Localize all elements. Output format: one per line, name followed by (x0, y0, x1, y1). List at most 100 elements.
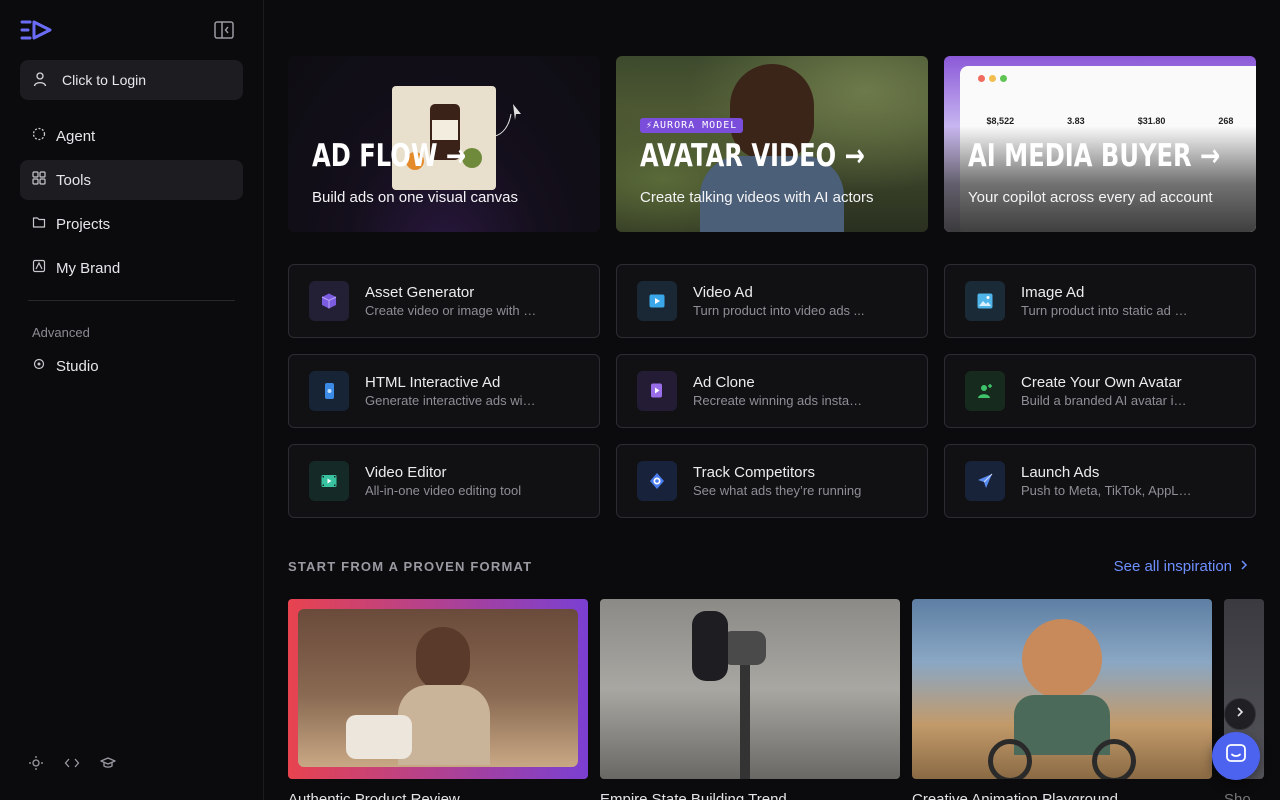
chevron-right-icon (1240, 558, 1248, 575)
tool-name: Asset Generator (365, 284, 475, 301)
hero-subtitle: Build ads on one visual canvas (312, 189, 518, 206)
phone-icon (309, 371, 349, 411)
sidebar-footer (28, 755, 116, 776)
tool-name: Create Your Own Avatar (1021, 374, 1182, 391)
tool-description: Turn product into video ads ... (693, 303, 865, 318)
tool-description: Turn product into static ad cr... (1021, 303, 1193, 318)
sidebar-item-my-brand[interactable]: My Brand (20, 248, 243, 288)
format-card-label: Authentic Product Review (288, 791, 460, 800)
tool-html-interactive-ad[interactable]: HTML Interactive Ad Generate interactive … (288, 354, 600, 428)
tool-name: Image Ad (1021, 284, 1085, 301)
metric-value: $31.80 (1137, 116, 1166, 126)
hero-subtitle: Your copilot across every ad account (968, 189, 1213, 206)
app-logo[interactable] (20, 18, 54, 42)
format-cards-carousel: Authentic Product Review Empire State Bu… (288, 599, 1264, 800)
sidebar-header (20, 0, 243, 60)
sidebar-item-label: Projects (56, 215, 111, 233)
format-card-label: Empire State Building Trend (600, 791, 787, 800)
sidebar-item-projects[interactable]: Projects (20, 204, 243, 244)
see-all-inspiration-link[interactable]: See all inspiration (1114, 558, 1248, 575)
tool-name: HTML Interactive Ad (365, 374, 501, 391)
tool-description: Build a branded AI avatar in s... (1021, 393, 1193, 408)
tool-description: All-in-one video editing tool (365, 483, 522, 498)
format-card-label: Creative Animation Playground (912, 791, 1118, 800)
sidebar-item-tools[interactable]: Tools (20, 160, 243, 200)
hero-avatar-video[interactable]: ⚡AURORA MODEL AVATAR VIDEO → Create talk… (616, 56, 928, 232)
sidebar-nav: Agent Tools Projects My Brand (20, 116, 243, 288)
tool-video-ad[interactable]: Video Ad Turn product into video ads ... (616, 264, 928, 338)
sidebar-item-studio[interactable]: Studio (20, 346, 243, 386)
hero-title: AD FLOW → (312, 138, 467, 174)
hero-ai-media-buyer[interactable]: $8,522 3.83 $31.80 268 AI MEDIA BUYER → … (944, 56, 1256, 232)
sun-icon[interactable] (28, 755, 44, 776)
tool-asset-generator[interactable]: Asset Generator Create video or image wit… (288, 264, 600, 338)
format-card-image (600, 599, 900, 779)
tool-name: Ad Clone (693, 374, 755, 391)
clone-icon (637, 371, 677, 411)
tool-create-your-own-avatar[interactable]: Create Your Own Avatar Build a branded AI… (944, 354, 1256, 428)
sidebar-item-label: Studio (56, 357, 99, 375)
tool-name: Video Editor (365, 464, 447, 481)
tool-description: Create video or image with a... (365, 303, 537, 318)
cube-icon (309, 281, 349, 321)
tool-description: Push to Meta, TikTok, AppLov... (1021, 483, 1193, 498)
metric-value: $8,522 (986, 116, 1015, 126)
formats-header: START FROM A PROVEN FORMAT See all inspi… (288, 558, 1256, 575)
carousel-next-button[interactable] (1224, 698, 1256, 730)
main-content: AD FLOW → Build ads on one visual canvas… (264, 0, 1280, 800)
tool-ad-clone[interactable]: Ad Clone Recreate winning ads instant... (616, 354, 928, 428)
format-card[interactable]: Empire State Building Trend (600, 599, 900, 800)
collapse-sidebar-icon[interactable] (213, 19, 235, 41)
play-icon (637, 281, 677, 321)
sidebar-item-label: My Brand (56, 259, 121, 277)
chat-icon (1225, 743, 1247, 770)
code-icon[interactable] (64, 755, 80, 776)
format-card-label: Sho (1224, 791, 1251, 800)
tool-launch-ads[interactable]: Launch Ads Push to Meta, TikTok, AppLov..… (944, 444, 1256, 518)
tools-grid: Asset Generator Create video or image wit… (288, 264, 1256, 518)
hero-row: AD FLOW → Build ads on one visual canvas… (288, 56, 1256, 232)
metric-value: 268 (1218, 116, 1234, 126)
send-icon (965, 461, 1005, 501)
advanced-section-title: Advanced (32, 325, 90, 340)
tool-track-competitors[interactable]: Track Competitors See what ads they’re ru… (616, 444, 928, 518)
format-card-image (912, 599, 1212, 779)
aurora-model-badge: ⚡AURORA MODEL (640, 118, 744, 133)
format-card[interactable]: Authentic Product Review (288, 599, 588, 800)
hero-subtitle: Create talking videos with AI actors (640, 189, 874, 206)
login-label: Click to Login (62, 72, 147, 88)
hero-ad-flow[interactable]: AD FLOW → Build ads on one visual canvas (288, 56, 600, 232)
login-button[interactable]: Click to Login (20, 60, 243, 100)
tool-video-editor[interactable]: Video Editor All-in-one video editing too… (288, 444, 600, 518)
format-card-image (288, 599, 588, 779)
image-icon (965, 281, 1005, 321)
see-all-label: See all inspiration (1113, 558, 1232, 575)
user-icon (32, 71, 48, 90)
hero-title: AVATAR VIDEO → (640, 138, 865, 174)
tool-image-ad[interactable]: Image Ad Turn product into static ad cr..… (944, 264, 1256, 338)
sidebar: Click to Login Agent Tools Projects My B… (0, 0, 264, 800)
studio-icon (32, 357, 46, 375)
metric-value: 3.83 (1067, 116, 1085, 126)
sidebar-item-agent[interactable]: Agent (20, 116, 243, 156)
format-card[interactable]: Creative Animation Playground (912, 599, 1212, 800)
tool-name: Launch Ads (1021, 464, 1100, 481)
sidebar-divider (28, 300, 235, 301)
brand-icon (32, 259, 46, 277)
target-icon (637, 461, 677, 501)
folder-icon (32, 215, 46, 233)
grid-icon (32, 171, 46, 189)
hero-title: AI MEDIA BUYER → (968, 138, 1221, 174)
sidebar-item-label: Tools (56, 171, 92, 189)
tool-name: Track Competitors (693, 464, 815, 481)
graduation-cap-icon[interactable] (100, 755, 116, 776)
sidebar-item-label: Agent (56, 127, 96, 145)
tool-name: Video Ad (693, 284, 753, 301)
avatar-add-icon (965, 371, 1005, 411)
chat-support-button[interactable] (1212, 732, 1260, 780)
chevron-right-icon (1236, 705, 1244, 723)
tool-description: Recreate winning ads instant... (693, 393, 865, 408)
agent-icon (32, 127, 46, 145)
tool-description: Generate interactive ads with... (365, 393, 537, 408)
formats-section-title: START FROM A PROVEN FORMAT (288, 559, 533, 574)
